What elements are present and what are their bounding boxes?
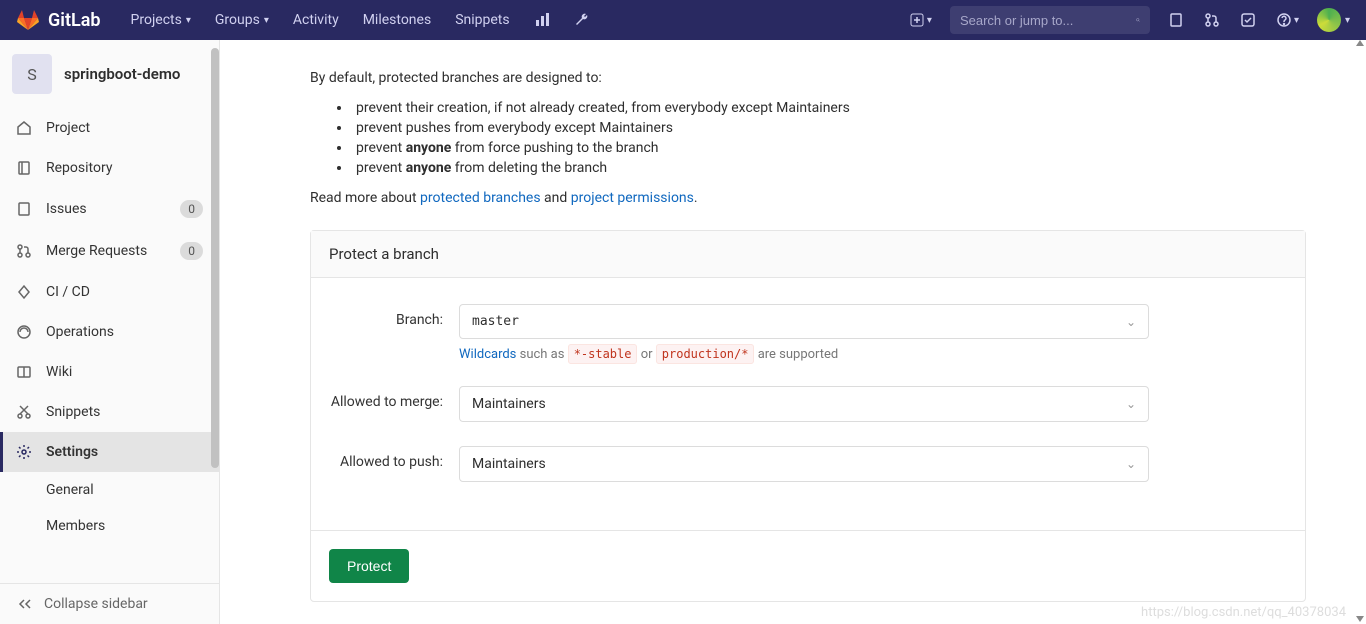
intro-bullets: prevent their creation, if not already c…: [352, 100, 1306, 176]
todos-icon[interactable]: [1230, 4, 1266, 36]
chevron-down-icon: ⌄: [1126, 315, 1136, 329]
sidebar-item-snippets[interactable]: Snippets: [0, 392, 219, 432]
merge-value: Maintainers: [472, 396, 546, 412]
branch-select[interactable]: master ⌄: [459, 304, 1149, 339]
wrench-icon[interactable]: [564, 4, 600, 36]
mr-badge: 0: [180, 242, 203, 260]
intro-text: By default, protected branches are desig…: [310, 70, 1306, 86]
bullet-item: prevent pushes from everybody except Mai…: [352, 120, 1306, 136]
sidebar-sub-general[interactable]: General: [0, 472, 219, 508]
branch-hint: Wildcards such as *-stable or production…: [459, 347, 1149, 362]
collapse-icon: [16, 596, 32, 612]
merge-label: Allowed to merge:: [329, 386, 459, 422]
chevron-down-icon: ▾: [1345, 15, 1350, 26]
protect-branch-panel: Protect a branch Branch: master ⌄ Wildca…: [310, 230, 1306, 602]
search-box[interactable]: [950, 6, 1150, 34]
branch-label: Branch:: [329, 304, 459, 362]
help-icon[interactable]: ▾: [1266, 4, 1309, 36]
sidebar-scrollbar[interactable]: [209, 40, 219, 624]
chevron-down-icon: ▾: [927, 15, 932, 26]
nav-snippets[interactable]: Snippets: [445, 4, 519, 36]
brand-name: GitLab: [48, 10, 101, 31]
push-value: Maintainers: [472, 456, 546, 472]
protect-button[interactable]: Protect: [329, 549, 409, 583]
sidebar-item-merge-requests[interactable]: Merge Requests0: [0, 230, 219, 272]
page-scroll-up[interactable]: [1356, 40, 1364, 56]
sidebar-item-project[interactable]: Project: [0, 108, 219, 148]
link-protected-branches[interactable]: protected branches: [420, 190, 541, 206]
nav-activity[interactable]: Activity: [283, 4, 349, 36]
read-more-line: Read more about protected branches and p…: [310, 190, 1306, 206]
allowed-merge-select[interactable]: Maintainers ⌄: [459, 386, 1149, 422]
bullet-item: prevent anyone from deleting the branch: [352, 160, 1306, 176]
nav-projects[interactable]: Projects▾: [121, 4, 201, 36]
project-name: springboot-demo: [64, 65, 180, 83]
page-scroll-down[interactable]: [1356, 616, 1364, 622]
bullet-item: prevent anyone from force pushing to the…: [352, 140, 1306, 156]
project-header[interactable]: S springboot-demo: [0, 40, 219, 108]
sidebar-item-settings[interactable]: Settings: [0, 432, 219, 472]
chevron-down-icon: ▾: [1294, 15, 1299, 26]
nav-milestones[interactable]: Milestones: [353, 4, 442, 36]
link-wildcards[interactable]: Wildcards: [459, 347, 516, 362]
link-project-permissions[interactable]: project permissions: [571, 190, 694, 206]
issues-badge: 0: [180, 200, 203, 218]
chevron-down-icon: ⌄: [1126, 397, 1136, 411]
watermark-text: https://blog.csdn.net/qq_40378034: [1141, 605, 1346, 620]
chevron-down-icon: ▾: [186, 15, 191, 26]
plus-icon[interactable]: ▾: [899, 4, 942, 36]
chevron-down-icon: ⌄: [1126, 457, 1136, 471]
sidebar-item-operations[interactable]: Operations: [0, 312, 219, 352]
gitlab-logo[interactable]: GitLab: [16, 8, 101, 32]
nav-groups[interactable]: Groups▾: [205, 4, 279, 36]
bullet-item: prevent their creation, if not already c…: [352, 100, 1306, 116]
search-input[interactable]: [960, 13, 1136, 28]
chevron-down-icon: ▾: [264, 15, 269, 26]
collapse-sidebar[interactable]: Collapse sidebar: [0, 583, 219, 624]
main-content: By default, protected branches are desig…: [220, 40, 1366, 624]
sidebar-item-cicd[interactable]: CI / CD: [0, 272, 219, 312]
sidebar-sub-members[interactable]: Members: [0, 508, 219, 544]
sidebar-item-repository[interactable]: Repository: [0, 148, 219, 188]
sidebar: S springboot-demo Project Repository Iss…: [0, 40, 220, 624]
user-avatar[interactable]: [1317, 8, 1341, 32]
sidebar-item-issues[interactable]: Issues0: [0, 188, 219, 230]
allowed-push-select[interactable]: Maintainers ⌄: [459, 446, 1149, 482]
code-example: production/*: [656, 344, 755, 364]
chart-icon[interactable]: [524, 4, 560, 36]
merge-requests-icon[interactable]: [1194, 4, 1230, 36]
branch-value: master: [472, 314, 519, 329]
push-label: Allowed to push:: [329, 446, 459, 482]
panel-title: Protect a branch: [311, 231, 1305, 278]
gitlab-icon: [16, 8, 40, 32]
code-example: *-stable: [568, 344, 638, 364]
issues-icon[interactable]: [1158, 4, 1194, 36]
sidebar-item-wiki[interactable]: Wiki: [0, 352, 219, 392]
project-avatar: S: [12, 54, 52, 94]
search-icon: [1136, 13, 1140, 27]
